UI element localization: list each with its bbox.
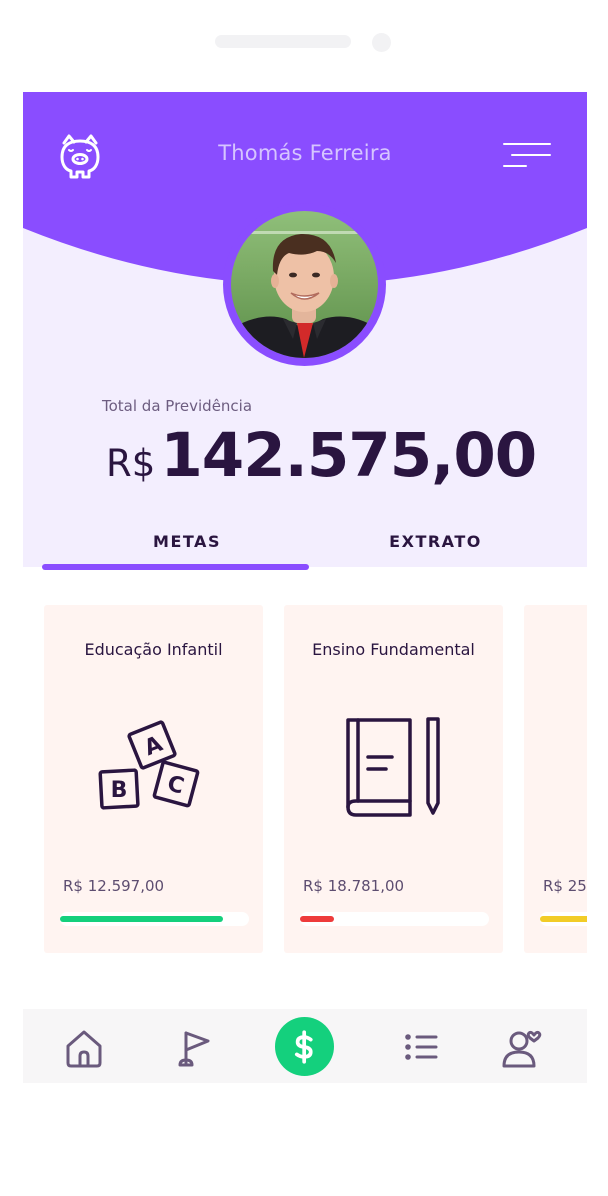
flag-icon[interactable] [166,1019,222,1075]
home-icon[interactable] [56,1019,112,1075]
dollar-icon[interactable] [275,1017,334,1076]
svg-text:B: B [111,778,128,803]
goal-title: Ensino Fundamental [312,640,475,659]
active-tab-indicator [42,564,309,570]
tab-metas[interactable]: METAS [23,532,351,551]
app-screen: Thomás Ferreira Total da Previdência R$ … [23,92,587,1084]
progress-fill [540,916,587,922]
phone-speaker [215,35,351,48]
goal-card-third[interactable]: R$ 25 [524,605,587,953]
total-label: Total da Previdência [102,397,253,415]
progress-fill [60,916,223,922]
balance-amount: 142.575,00 [160,420,537,491]
bottom-navigation [23,1009,587,1083]
goal-card-ensino-fundamental[interactable]: Ensino Fundamental R$ 18.781,00 [284,605,503,953]
progress-track [540,912,587,926]
list-icon[interactable] [393,1019,449,1075]
currency-symbol: R$ [106,442,156,485]
goal-amount: R$ 12.597,00 [63,877,165,895]
phone-camera [372,33,391,52]
progress-track [300,912,489,926]
goal-amount: R$ 25 [543,877,587,895]
svg-text:C: C [165,771,187,799]
hamburger-menu-icon[interactable] [503,140,553,172]
avatar[interactable] [231,211,378,358]
goal-title: Educação Infantil [84,640,223,659]
header-section: Thomás Ferreira Total da Previdência R$ … [23,92,587,570]
goal-amount: R$ 18.781,00 [303,877,405,895]
svg-text:A: A [141,732,166,762]
total-balance: R$ 142.575,00 [106,420,586,491]
goal-card-educacao-infantil[interactable]: Educação Infantil A B C R$ 12.597,00 [44,605,263,953]
user-heart-icon[interactable] [494,1019,550,1075]
progress-track [60,912,249,926]
abc-blocks-icon: A B C [98,720,200,810]
progress-fill [300,916,335,922]
tab-extrato[interactable]: EXTRATO [308,532,563,551]
book-pencil-icon [346,717,440,817]
